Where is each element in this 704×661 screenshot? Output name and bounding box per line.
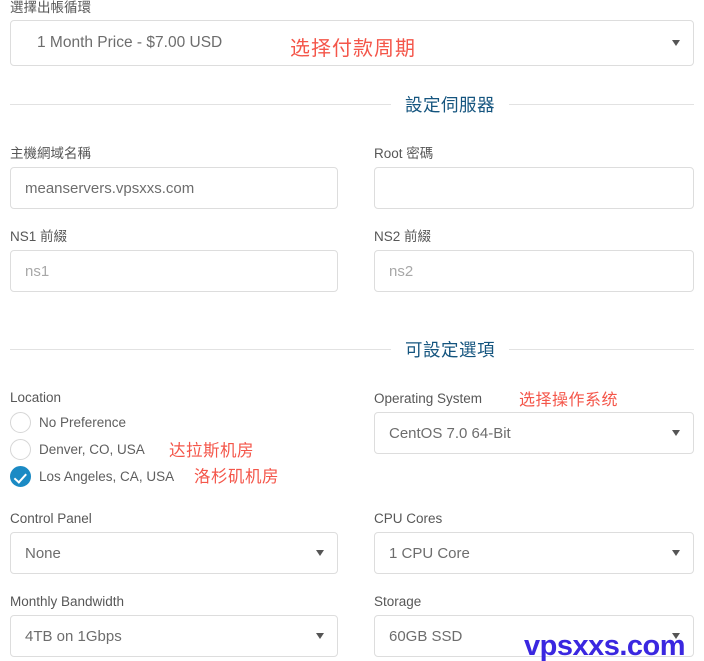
radio-icon[interactable] (10, 439, 31, 460)
ns1-placeholder: ns1 (25, 262, 50, 280)
control-panel-label: Control Panel (10, 511, 92, 526)
ns1-input[interactable]: ns1 (10, 250, 338, 292)
bandwidth-label: Monthly Bandwidth (10, 594, 125, 609)
radio-icon-checked[interactable] (10, 466, 31, 487)
billing-cycle-value: 1 Month Price - $7.00 USD (37, 34, 223, 51)
divider-left (10, 349, 391, 350)
section-header-options: 可設定選項 (10, 337, 694, 362)
radio-icon[interactable] (10, 412, 31, 433)
ns2-input[interactable]: ns2 (374, 250, 694, 292)
cpu-cores-value: 1 CPU Core (389, 544, 470, 562)
root-password-label: Root 密碼 (374, 146, 434, 161)
hostname-input[interactable]: meanservers.vpsxxs.com (10, 167, 338, 209)
section-header-server: 設定伺服器 (10, 92, 694, 117)
site-watermark: vpsxxs.com (524, 630, 686, 661)
field-group-bandwidth: Monthly Bandwidth 4TB on 1Gbps (10, 594, 338, 657)
root-password-input[interactable] (374, 167, 694, 209)
annotation-operating-system: 选择操作系统 (519, 390, 619, 409)
cpu-cores-select[interactable]: 1 CPU Core (374, 532, 694, 574)
bandwidth-value: 4TB on 1Gbps (25, 627, 122, 645)
order-configuration-page: 選擇出帳循環 1 Month Price - $7.00 USD 选择付款周期 … (0, 0, 704, 661)
annotation-denver: 达拉斯机房 (169, 441, 254, 460)
billing-cycle-label: 選擇出帳循環 (10, 0, 91, 15)
control-panel-value: None (25, 544, 61, 562)
operating-system-select[interactable]: CentOS 7.0 64-Bit (374, 412, 694, 454)
ns1-label: NS1 前綴 (10, 229, 68, 244)
chevron-down-icon (672, 430, 680, 436)
annotation-billing-cycle: 选择付款周期 (290, 36, 416, 60)
field-group-root-password: Root 密碼 (374, 146, 694, 209)
control-panel-select[interactable]: None (10, 532, 338, 574)
cpu-cores-label: CPU Cores (374, 511, 443, 526)
hostname-label: 主機網域名稱 (10, 146, 91, 161)
divider-left (10, 104, 391, 105)
radio-label: Los Angeles, CA, USA (39, 469, 175, 484)
bandwidth-select[interactable]: 4TB on 1Gbps (10, 615, 338, 657)
operating-system-value: CentOS 7.0 64-Bit (389, 424, 511, 442)
storage-value: 60GB SSD (389, 627, 463, 645)
operating-system-label: Operating System (374, 391, 483, 406)
location-label: Location (10, 390, 62, 405)
field-group-ns2: NS2 前綴 ns2 (374, 229, 694, 292)
chevron-down-icon (316, 633, 324, 639)
radio-option-los-angeles[interactable]: Los Angeles, CA, USA (10, 463, 338, 490)
chevron-down-icon (316, 550, 324, 556)
radio-option-no-preference[interactable]: No Preference (10, 409, 338, 436)
field-group-cpu-cores: CPU Cores 1 CPU Core (374, 511, 694, 574)
ns2-label: NS2 前綴 (374, 229, 432, 244)
radio-label: Denver, CO, USA (39, 442, 145, 457)
section-title-server: 設定伺服器 (405, 95, 495, 115)
divider-right (509, 349, 694, 350)
chevron-down-icon (672, 550, 680, 556)
radio-label: No Preference (39, 415, 127, 430)
field-group-ns1: NS1 前綴 ns1 (10, 229, 338, 292)
field-group-hostname: 主機網域名稱 meanservers.vpsxxs.com (10, 146, 338, 209)
annotation-los-angeles: 洛杉矶机房 (194, 467, 279, 486)
hostname-value: meanservers.vpsxxs.com (25, 179, 195, 197)
chevron-down-icon (672, 40, 680, 46)
field-group-control-panel: Control Panel None (10, 511, 338, 574)
divider-right (509, 104, 694, 105)
storage-label: Storage (374, 594, 422, 609)
ns2-placeholder: ns2 (389, 262, 414, 280)
section-title-options: 可設定選項 (405, 340, 495, 360)
